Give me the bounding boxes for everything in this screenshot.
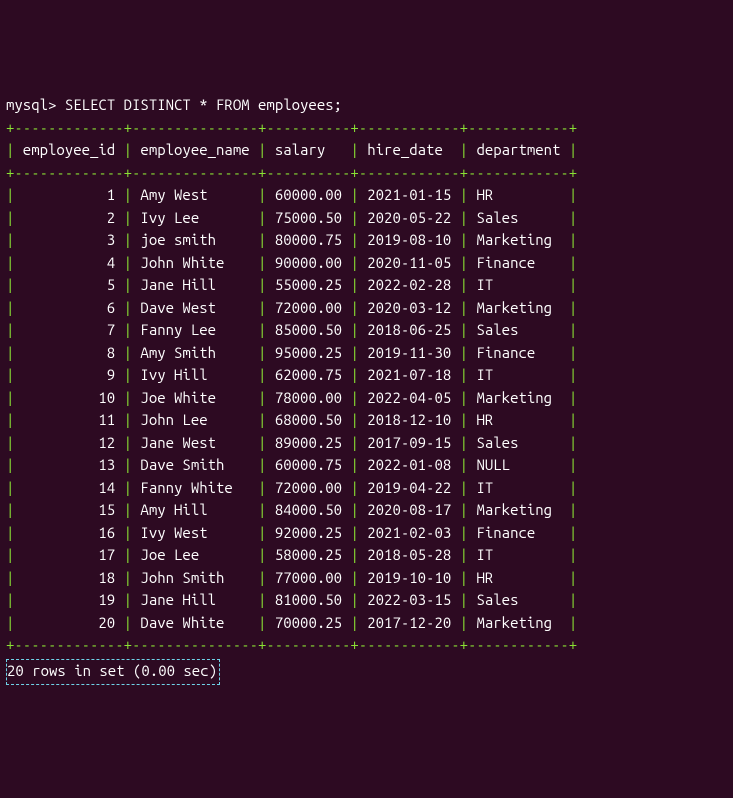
table-row: | 20 | Dave White | 70000.25 | 2017-12-2… <box>6 612 727 635</box>
table-row: | 17 | Joe Lee | 58000.25 | 2018-05-28 |… <box>6 544 727 567</box>
table-row: | 18 | John Smith | 77000.00 | 2019-10-1… <box>6 567 727 590</box>
table-header-row: | employee_id | employee_name | salary |… <box>6 139 727 162</box>
table-border: +-------------+---------------+---------… <box>6 117 727 140</box>
table-row: | 2 | Ivy Lee | 75000.50 | 2020-05-22 | … <box>6 207 727 230</box>
terminal-output[interactable]: mysql> SELECT DISTINCT * FROM employees;… <box>6 94 727 685</box>
table-row: | 11 | John Lee | 68000.50 | 2018-12-10 … <box>6 409 727 432</box>
table-row: | 4 | John White | 90000.00 | 2020-11-05… <box>6 252 727 275</box>
result-summary: 20 rows in set (0.00 sec) <box>6 659 220 686</box>
table-row: | 1 | Amy West | 60000.00 | 2021-01-15 |… <box>6 184 727 207</box>
table-row: | 7 | Fanny Lee | 85000.50 | 2018-06-25 … <box>6 319 727 342</box>
table-row: | 15 | Amy Hill | 84000.50 | 2020-08-17 … <box>6 499 727 522</box>
table-row: | 3 | joe smith | 80000.75 | 2019-08-10 … <box>6 229 727 252</box>
table-row: | 6 | Dave West | 72000.00 | 2020-03-12 … <box>6 297 727 320</box>
table-row: | 5 | Jane Hill | 55000.25 | 2022-02-28 … <box>6 274 727 297</box>
mysql-prompt: mysql> <box>6 96 65 113</box>
table-border: +-------------+---------------+---------… <box>6 162 727 185</box>
table-row: | 14 | Fanny White | 72000.00 | 2019-04-… <box>6 477 727 500</box>
table-row: | 12 | Jane West | 89000.25 | 2017-09-15… <box>6 432 727 455</box>
sql-query-line: mysql> SELECT DISTINCT * FROM employees; <box>6 94 727 117</box>
table-row: | 8 | Amy Smith | 95000.25 | 2019-11-30 … <box>6 342 727 365</box>
table-row: | 16 | Ivy West | 92000.25 | 2021-02-03 … <box>6 522 727 545</box>
table-row: | 13 | Dave Smith | 60000.75 | 2022-01-0… <box>6 454 727 477</box>
table-row: | 19 | Jane Hill | 81000.50 | 2022-03-15… <box>6 589 727 612</box>
table-row: | 9 | Ivy Hill | 62000.75 | 2021-07-18 |… <box>6 364 727 387</box>
table-row: | 10 | Joe White | 78000.00 | 2022-04-05… <box>6 387 727 410</box>
table-border: +-------------+---------------+---------… <box>6 634 727 657</box>
sql-query: SELECT DISTINCT * FROM employees; <box>65 96 342 113</box>
